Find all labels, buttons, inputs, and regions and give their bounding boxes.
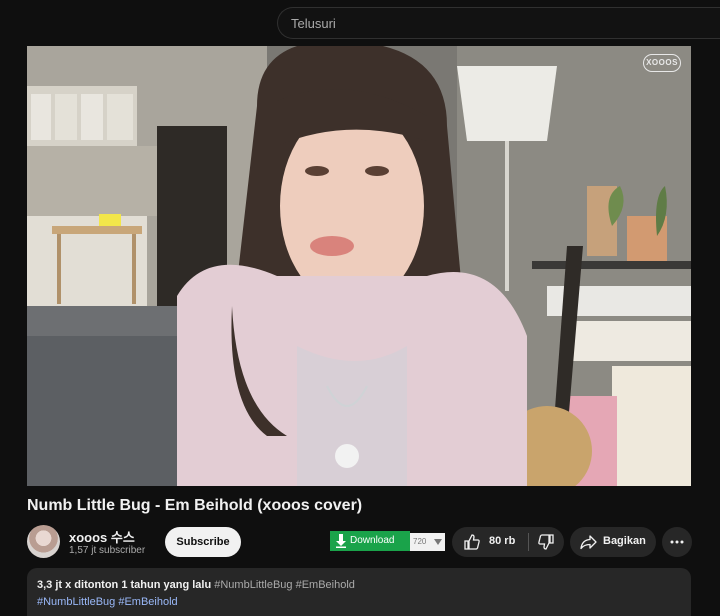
download-arrow-icon: [336, 534, 346, 548]
video-player[interactable]: XOOOS: [27, 46, 691, 486]
video-frame: [27, 46, 691, 486]
description-meta: 3,3 jt x ditonton 1 tahun yang lalu #Num…: [37, 578, 681, 593]
channel-name[interactable]: xooos 수스: [69, 527, 135, 546]
thumbs-up-icon: [464, 534, 480, 550]
like-count: 80 rb: [489, 535, 516, 547]
channel-watermark: XOOOS: [643, 54, 681, 72]
quality-value: 720: [413, 537, 427, 546]
channel-avatar[interactable]: [27, 525, 60, 558]
download-label: Download: [350, 535, 395, 546]
like-dislike-group: 80 rb: [452, 527, 564, 557]
like-button[interactable]: 80 rb: [452, 527, 528, 557]
channel-row: xooos 수스 1,57 jt subscriber Subscribe Do…: [27, 524, 692, 560]
hashtag[interactable]: #EmBeihold: [296, 579, 355, 591]
view-stats: 3,3 jt x ditonton 1 tahun yang lalu: [37, 579, 212, 591]
description-tags: #NumbLittleBug #EmBeihold: [37, 595, 681, 610]
hashtag[interactable]: #NumbLittleBug: [214, 579, 292, 591]
search-input[interactable]: [291, 8, 720, 38]
more-actions-button[interactable]: [662, 527, 692, 557]
quality-select[interactable]: 720: [410, 533, 445, 551]
subscriber-count: 1,57 jt subscriber: [69, 545, 146, 556]
hashtag-link[interactable]: #EmBeihold: [118, 596, 177, 608]
share-label: Bagikan: [603, 535, 646, 547]
search-box[interactable]: [277, 7, 720, 39]
more-horizontal-icon: [670, 540, 684, 544]
video-title: Numb Little Bug - Em Beihold (xooos cove…: [27, 497, 363, 514]
description-box[interactable]: 3,3 jt x ditonton 1 tahun yang lalu #Num…: [27, 568, 691, 616]
subscribe-button[interactable]: Subscribe: [165, 527, 241, 557]
share-button[interactable]: Bagikan: [570, 527, 656, 557]
thumbs-down-icon: [538, 534, 554, 550]
hashtag-link[interactable]: #NumbLittleBug: [37, 596, 115, 608]
dislike-button[interactable]: [529, 527, 564, 557]
caret-down-icon: [434, 539, 442, 545]
share-arrow-icon: [580, 535, 597, 550]
top-bar: [0, 0, 720, 44]
download-button[interactable]: Download: [330, 531, 410, 551]
